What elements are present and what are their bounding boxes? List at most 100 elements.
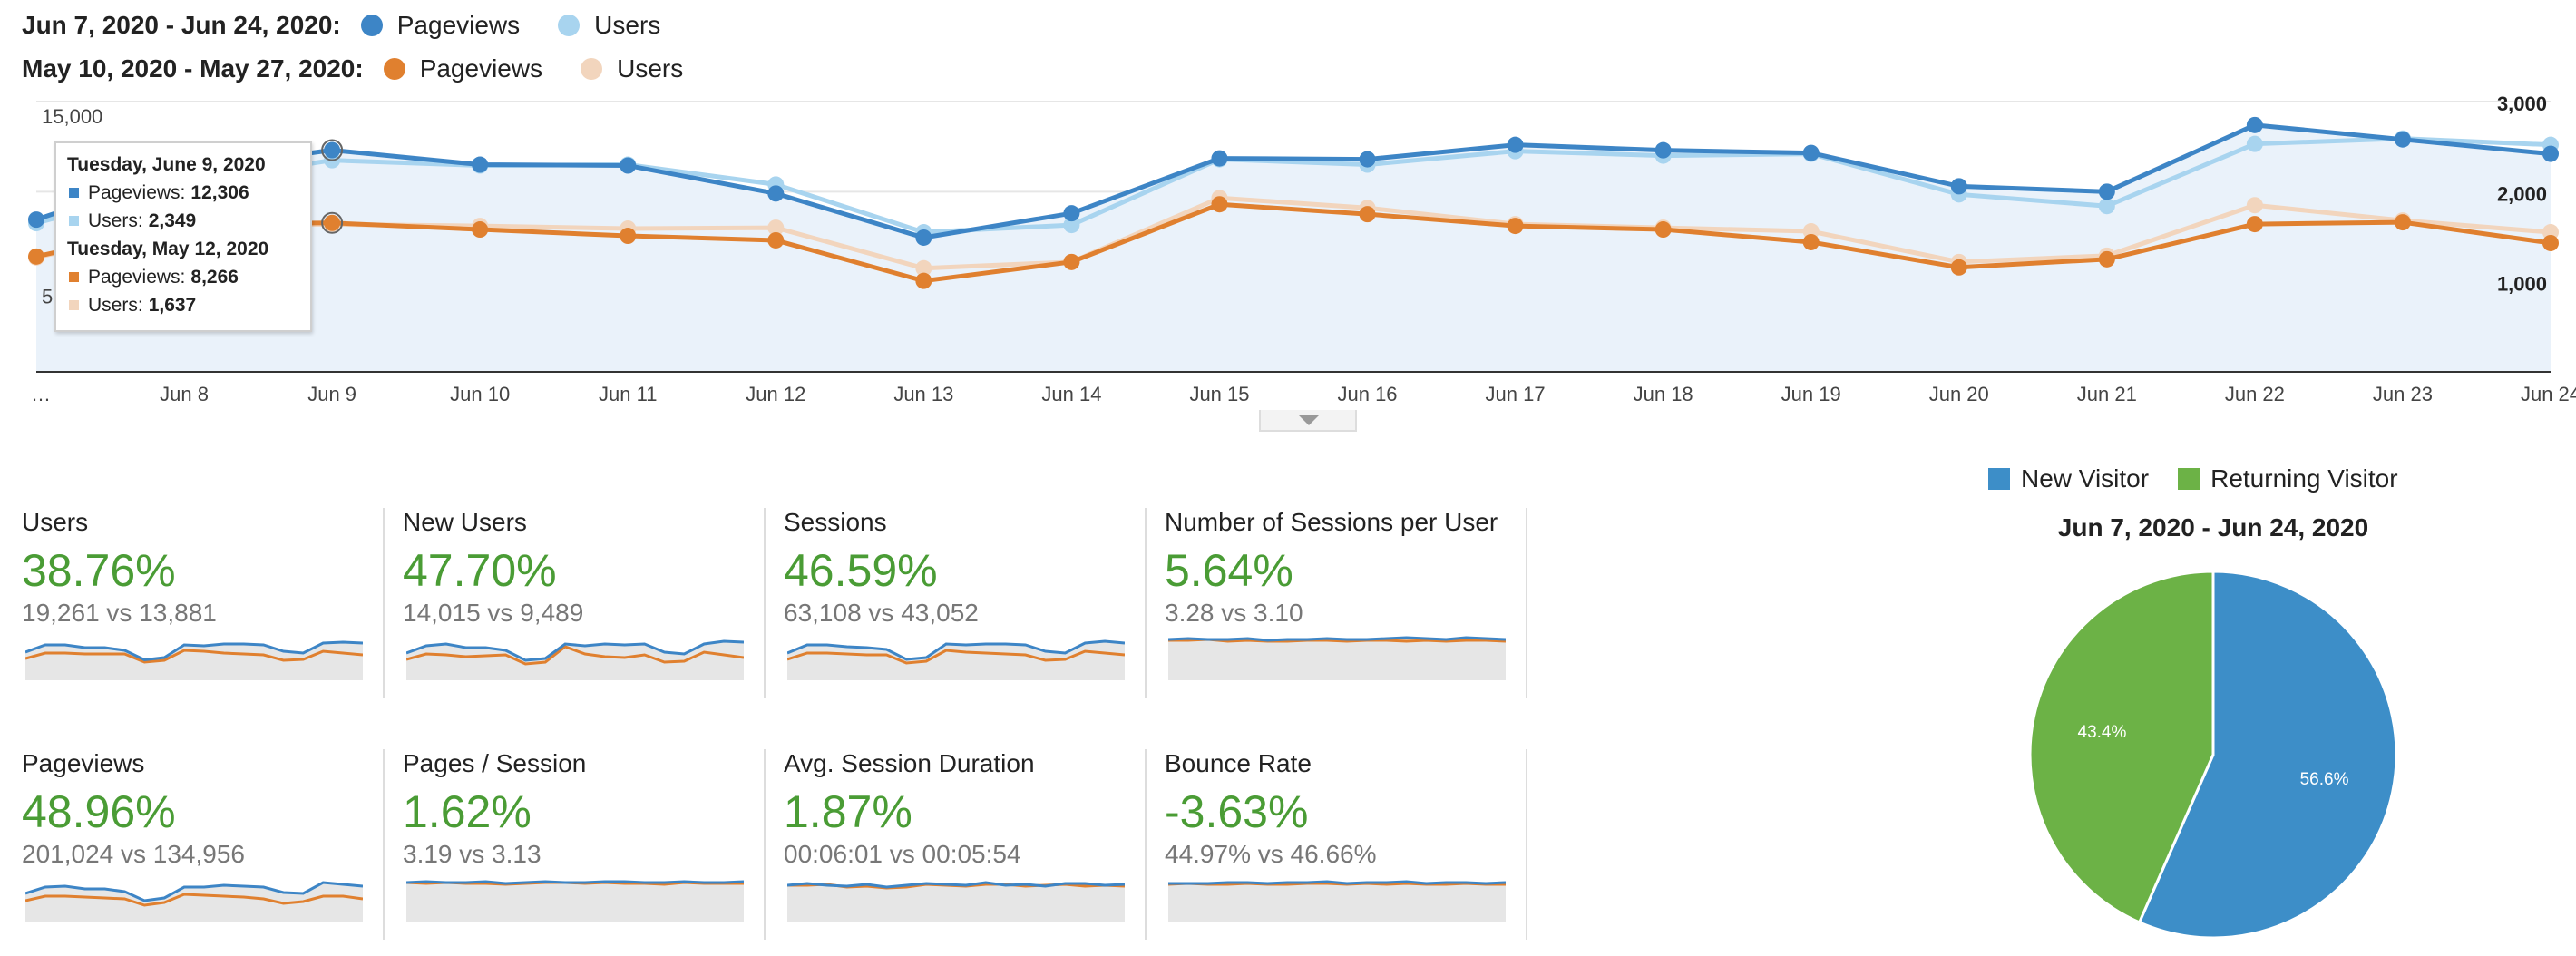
metric-change: 1.62%	[403, 786, 532, 837]
data-point	[2394, 131, 2411, 148]
divider	[1145, 508, 1147, 698]
data-point	[1359, 151, 1376, 168]
data-point	[28, 248, 44, 265]
metric-label: Sessions	[784, 508, 887, 536]
x-axis-tick-label: Jun 10	[450, 383, 510, 405]
tooltip-current-users: Users: 2,349	[67, 207, 299, 235]
metric-card-bounce-rate[interactable]: Bounce Rate -3.63% 44.97% vs 46.66%	[1165, 749, 1546, 940]
prev-pageviews-dot-icon	[383, 58, 405, 80]
right-axis-tick-label: 1,000	[2497, 273, 2547, 296]
pie-legend-returning-label: Returning Visitor	[2210, 464, 2398, 493]
x-axis-tick-label: Jun 12	[746, 383, 805, 405]
data-point	[1950, 259, 1967, 276]
tooltip-current-pageviews: Pageviews: 12,306	[67, 179, 299, 207]
data-point	[915, 272, 932, 289]
tooltip-prev-pageviews-label: Pageviews:	[88, 267, 186, 288]
metric-label: Pageviews	[22, 749, 145, 777]
tooltip-prev-users-value: 1,637	[148, 295, 197, 316]
data-point	[767, 231, 785, 249]
divider	[764, 508, 766, 698]
data-point	[1950, 178, 1967, 195]
x-axis-tick-label: Jun 9	[307, 383, 356, 405]
chart-tooltip: Tuesday, June 9, 2020 Pageviews: 12,306 …	[54, 141, 312, 332]
data-point	[1507, 218, 1524, 235]
sparkline-current	[1168, 880, 1506, 885]
sparkline-current	[1168, 636, 1506, 642]
metric-compare: 3.28 vs 3.10	[1165, 599, 1303, 627]
metric-card-avg-session-duration[interactable]: Avg. Session Duration 1.87% 00:06:01 vs …	[784, 749, 1165, 940]
metric-sparkline	[1168, 636, 1506, 680]
metric-sparkline	[1168, 880, 1506, 922]
data-point	[1063, 253, 1080, 270]
data-point	[1802, 144, 1820, 161]
divider	[1145, 749, 1147, 940]
x-axis-tick-label: Jun 8	[160, 383, 209, 405]
data-point	[324, 214, 341, 231]
main-line-chart[interactable]: 15,000 5 3,000 2,000 1,000 … Jun 8 Jun 9 Jun 10 J…	[0, 91, 2576, 417]
sparkline-current	[406, 880, 744, 885]
metric-change: 47.70%	[403, 545, 557, 596]
legend-pageviews-label: Pageviews	[396, 11, 521, 39]
pie-slice-label: 56.6%	[2300, 770, 2349, 789]
x-axis-tick-label: Jun 14	[1041, 383, 1101, 405]
pie-legend-new-label: New Visitor	[2021, 464, 2150, 493]
data-point	[1654, 221, 1672, 239]
tooltip-current-date: Tuesday, June 9, 2020	[67, 154, 266, 175]
metric-card-sessions[interactable]: Sessions 46.59% 63,108 vs 43,052	[784, 508, 1165, 698]
left-axis-tick-label: 15,000	[42, 105, 102, 128]
data-point	[1507, 136, 1524, 153]
visitor-pie-chart[interactable]: 56.6% 43.4%	[2014, 555, 2413, 954]
pie-legend-returning-visitor[interactable]: Returning Visitor	[2178, 464, 2398, 493]
metric-sparkline	[787, 639, 1125, 680]
data-point	[2542, 145, 2559, 162]
data-point	[1359, 206, 1376, 223]
metric-label: Pages / Session	[403, 749, 587, 777]
legend-item-prev-users[interactable]: Users	[581, 54, 683, 83]
metric-compare: 201,024 vs 134,956	[22, 840, 245, 868]
prev-users-dot-icon	[581, 58, 603, 80]
tooltip-previous-users: Users: 1,637	[67, 291, 299, 319]
tooltip-pageviews-value: 12,306	[190, 182, 249, 203]
x-axis-tick-label: Jun 23	[2373, 383, 2433, 405]
x-axis-tick-label: Jun 16	[1337, 383, 1397, 405]
legend-item-users[interactable]: Users	[558, 11, 660, 40]
divider	[383, 508, 385, 698]
data-point	[2394, 214, 2411, 231]
data-point	[2098, 198, 2115, 215]
x-axis-tick-label: Jun 24	[2521, 383, 2576, 405]
sparkline-area	[1168, 638, 1506, 680]
tooltip-prev-pageviews-value: 8,266	[190, 267, 239, 288]
x-axis-tick-label: Jun 18	[1634, 383, 1693, 405]
pie-legend-new-visitor[interactable]: New Visitor	[1988, 464, 2149, 493]
metric-card-pageviews[interactable]: Pageviews 48.96% 201,024 vs 134,956	[22, 749, 403, 940]
x-axis-tick-label: Jun 11	[599, 383, 657, 405]
metric-card-sessions-per-user[interactable]: Number of Sessions per User 5.64% 3.28 v…	[1165, 508, 1546, 698]
metric-compare: 00:06:01 vs 00:05:54	[784, 840, 1021, 868]
x-axis-tick-label: Jun 17	[1486, 383, 1546, 405]
data-point	[1211, 196, 1228, 213]
metric-change: -3.63%	[1165, 786, 1309, 837]
data-point	[1654, 141, 1672, 159]
metric-card-users[interactable]: Users 38.76% 19,261 vs 13,881	[22, 508, 403, 698]
divider	[764, 749, 766, 940]
tooltip-prev-users-label: Users:	[88, 295, 143, 316]
legend-item-prev-pageviews[interactable]: Pageviews	[383, 54, 542, 83]
metric-card-new-users[interactable]: New Users 47.70% 14,015 vs 9,489	[403, 508, 784, 698]
pie-title: Jun 7, 2020 - Jun 24, 2020	[2057, 513, 2369, 541]
data-point	[2246, 197, 2263, 214]
metric-card-pages-per-session[interactable]: Pages / Session 1.62% 3.19 vs 3.13	[403, 749, 784, 940]
metric-compare: 63,108 vs 43,052	[784, 599, 979, 627]
legend-item-pageviews[interactable]: Pageviews	[360, 11, 521, 40]
metric-label: New Users	[403, 508, 527, 536]
legend-prev-users-label: Users	[617, 54, 684, 83]
chart-expand-button[interactable]	[1259, 410, 1357, 432]
tooltip-previous-pageviews: Pageviews: 8,266	[67, 263, 299, 291]
metric-change: 38.76%	[22, 545, 176, 596]
legend-previous-range: May 10, 2020 - May 27, 2020:	[22, 54, 364, 83]
data-point	[620, 228, 637, 245]
data-point	[2246, 216, 2263, 233]
divider	[1526, 749, 1527, 940]
new-visitor-square-icon	[1988, 468, 2010, 490]
metric-compare: 19,261 vs 13,881	[22, 599, 217, 627]
metric-change: 48.96%	[22, 786, 176, 837]
